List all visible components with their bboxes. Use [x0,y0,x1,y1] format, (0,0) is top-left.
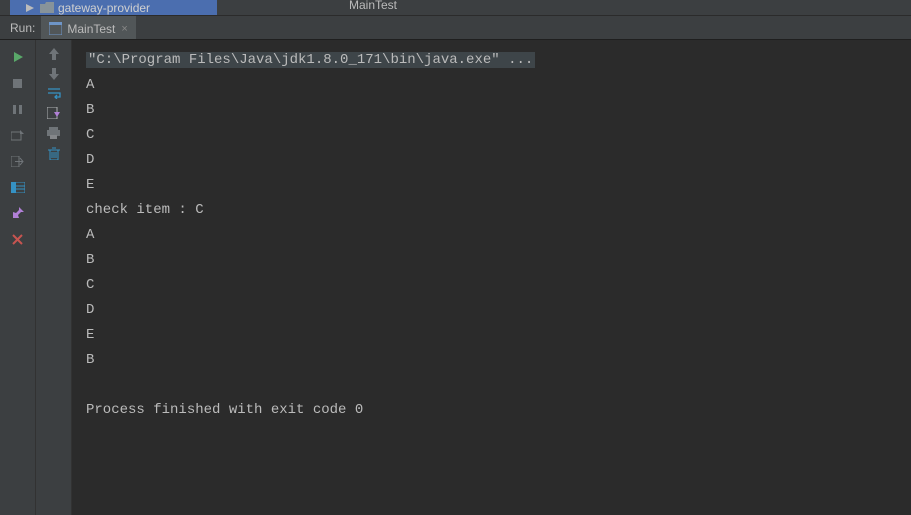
run-tool-window: "C:\Program Files\Java\jdk1.8.0_171\bin\… [0,40,911,515]
console-line: C [86,123,911,148]
pause-button[interactable] [7,100,29,118]
project-tree-selected[interactable]: gateway-provider [10,0,217,15]
console-line: D [86,148,911,173]
top-strip: gateway-provider MainTest [0,0,911,15]
clear-all-button[interactable] [48,147,60,160]
console-line: E [86,323,911,348]
console-output[interactable]: "C:\Program Files\Java\jdk1.8.0_171\bin\… [72,40,911,515]
run-tab-name: MainTest [67,22,115,36]
exit-button[interactable] [7,152,29,170]
scroll-to-end-button[interactable] [47,107,60,119]
close-tab-icon[interactable]: × [121,23,127,35]
console-line: Process finished with exit code 0 [86,398,911,423]
up-stack-button[interactable] [49,48,59,60]
pin-button[interactable] [7,204,29,222]
console-line: A [86,73,911,98]
console-line: B [86,348,911,373]
console-line: B [86,98,911,123]
application-icon [49,22,62,35]
stop-button[interactable] [7,74,29,92]
run-left-gutter-2 [36,40,72,515]
folder-icon [40,2,54,13]
console-line [86,373,911,398]
console-line: C [86,273,911,298]
print-button[interactable] [47,127,60,139]
console-line: check item : C [86,198,911,223]
run-left-gutter-1 [0,40,36,515]
close-tool-button[interactable] [7,230,29,248]
console-line: B [86,248,911,273]
breadcrumb-file-label: MainTest [349,0,397,12]
run-tool-bar: Run: MainTest × [0,15,911,40]
layout-button[interactable] [7,178,29,196]
soft-wrap-button[interactable] [47,88,61,99]
rerun-button[interactable] [7,48,29,66]
tree-expand-icon [26,4,34,12]
console-line: D [86,298,911,323]
down-stack-button[interactable] [49,68,59,80]
run-config-tab[interactable]: MainTest × [41,16,135,39]
project-name-label: gateway-provider [58,1,150,15]
dump-threads-button[interactable] [7,126,29,144]
console-line: A [86,223,911,248]
console-command-line: "C:\Program Files\Java\jdk1.8.0_171\bin\… [86,52,535,68]
run-label: Run: [0,21,41,35]
console-line: E [86,173,911,198]
